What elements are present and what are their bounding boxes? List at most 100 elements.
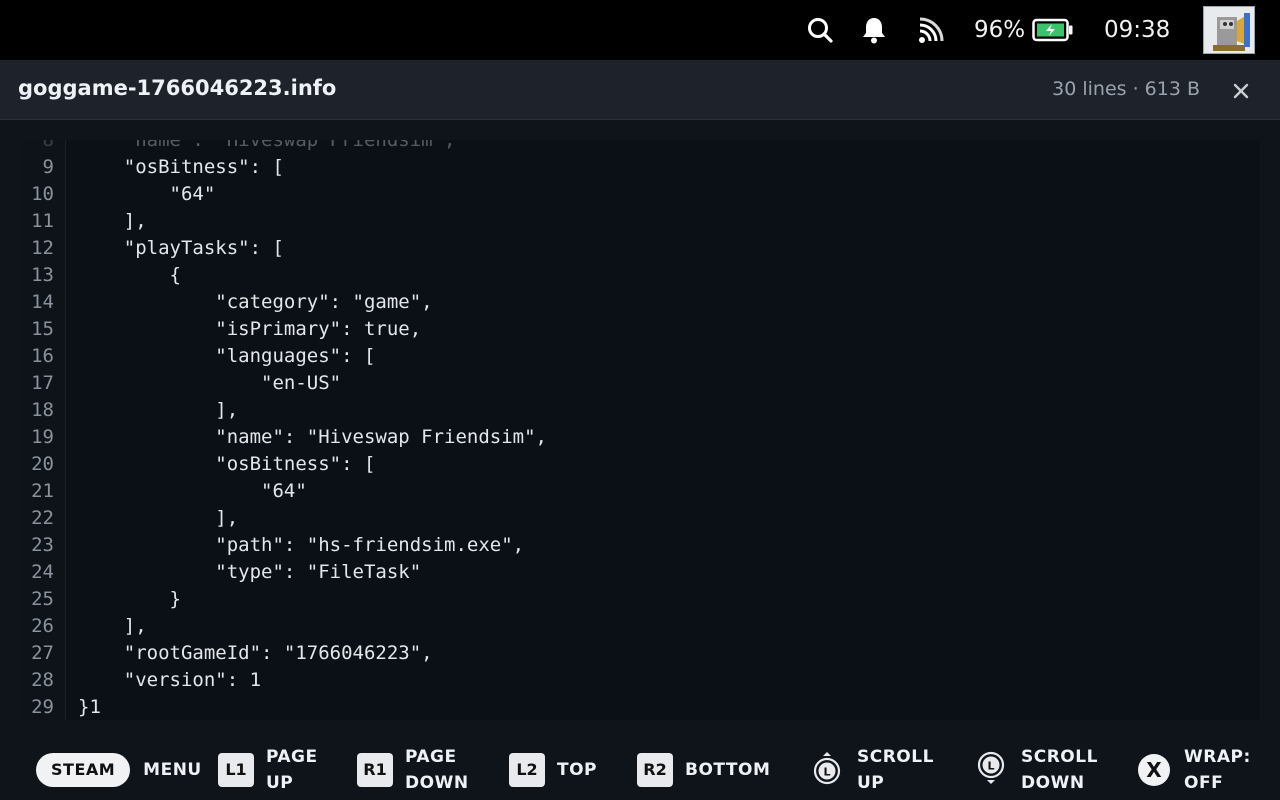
line-number: 25 [31,588,54,610]
line-number: 8 [42,140,54,151]
battery-icon [1032,14,1074,46]
code-line: 8 "name": "Hiveswap Friendsim", [20,140,1260,154]
file-header: goggame-1766046223.info 30 lines · 613 B [0,60,1280,120]
file-meta: 30 lines · 613 B [1052,78,1200,100]
x-button[interactable]: X [1138,754,1170,786]
battery-percent: 96% [974,17,1026,43]
code-line: 14 "category": "game", [20,289,1260,316]
scroll-up-line1: SCROLL [857,747,934,767]
line-number: 17 [31,372,54,394]
line-text: "name": "Hiveswap Friendsim", [78,140,456,151]
line-text: "path": "hs-friendsim.exe", [78,534,525,556]
line-number: 15 [31,318,54,340]
line-text: "osBitness": [ [78,156,284,178]
line-number: 16 [31,345,54,367]
avatar[interactable] [1203,6,1255,54]
line-number: 11 [31,210,54,232]
line-text: }1 [78,696,101,718]
line-number: 27 [31,642,54,664]
r1-button[interactable]: R1 [357,753,393,787]
left-stick-up-icon[interactable]: L [812,751,842,789]
top-label: TOP [557,760,598,780]
line-text: "rootGameId": "1766046223", [78,642,433,664]
code-line: 11 ], [20,208,1260,235]
code-line: 27 "rootGameId": "1766046223", [20,640,1260,667]
line-number: 13 [31,264,54,286]
code-line: 29 }1 [20,694,1260,720]
code-line: 16 "languages": [ [20,343,1260,370]
line-text: "64" [78,480,307,502]
steam-button[interactable]: STEAM [36,753,131,787]
r2-button[interactable]: R2 [637,753,673,787]
code-line: 17 "en-US" [20,370,1260,397]
code-line: 10 "64" [20,181,1260,208]
code-line: 22 ], [20,505,1260,532]
menu-label: MENU [143,760,202,780]
line-text: ], [78,507,239,529]
left-stick-down-icon[interactable]: L [976,751,1006,789]
wrap-line1: WRAP: [1184,747,1251,767]
code-line: 12 "playTasks": [ [20,235,1260,262]
line-number: 21 [31,480,54,502]
scroll-down-hint[interactable]: L SCROLL DOWN [976,740,1098,800]
line-text: } [78,588,181,610]
search-icon[interactable] [804,14,836,46]
file-name: goggame-1766046223.info [18,76,337,100]
svg-text:L: L [823,766,830,779]
wrap-toggle-hint[interactable]: X WRAP: OFF [1138,740,1251,800]
page-down-label: PAGE DOWN [405,744,469,796]
code-viewer[interactable]: 8 "name": "Hiveswap Friendsim", 9 "osBitn… [20,140,1260,720]
l2-button[interactable]: L2 [509,753,545,787]
line-number: 14 [31,291,54,313]
code-line: 26 ], [20,613,1260,640]
scroll-up-line2: UP [857,773,885,793]
line-text: "category": "game", [78,291,433,313]
bell-icon[interactable] [858,14,890,46]
code-line: 20 "osBitness": [ [20,451,1260,478]
page-up-line1: PAGE [266,747,318,767]
code-line: 13 { [20,262,1260,289]
status-bar: 96% 09:38 [0,0,1280,60]
line-number: 28 [31,669,54,691]
scroll-up-hint[interactable]: L SCROLL UP [812,740,934,800]
button-hints-bar: STEAM MENU L1 PAGE UP R1 PAGE DOWN L2 TO… [0,740,1280,800]
line-number: 9 [42,156,54,178]
line-number: 10 [31,183,54,205]
scroll-down-line2: DOWN [1021,773,1085,793]
page-up-line2: UP [266,773,294,793]
line-text: "version": 1 [78,669,262,691]
line-number: 20 [31,453,54,475]
svg-text:L: L [987,760,994,773]
line-number: 29 [31,696,54,718]
code-line: 24 "type": "FileTask" [20,559,1260,586]
bottom-label: BOTTOM [685,760,771,780]
line-text: "name": "Hiveswap Friendsim", [78,426,547,448]
bottom-hint[interactable]: R2 BOTTOM [637,740,770,800]
line-text: "type": "FileTask" [78,561,422,583]
steam-menu-hint[interactable]: STEAM MENU [36,740,202,800]
line-text: ], [78,615,147,637]
line-text: "languages": [ [78,345,376,367]
page-down-line2: DOWN [405,773,469,793]
code-line: 21 "64" [20,478,1260,505]
scroll-down-line1: SCROLL [1021,747,1098,767]
line-text: "osBitness": [ [78,453,376,475]
clock: 09:38 [1104,17,1171,43]
wrap-line2: OFF [1184,773,1224,793]
top-hint[interactable]: L2 TOP [509,740,597,800]
line-number: 12 [31,237,54,259]
line-number: 23 [31,534,54,556]
page-up-label: PAGE UP [266,744,318,796]
line-text: "en-US" [78,372,342,394]
line-number: 22 [31,507,54,529]
scroll-up-label: SCROLL UP [857,744,934,796]
close-icon[interactable] [1228,78,1254,104]
code-line: 28 "version": 1 [20,667,1260,694]
page-down-hint[interactable]: R1 PAGE DOWN [357,740,469,800]
code-line: 15 "isPrimary": true, [20,316,1260,343]
line-number: 24 [31,561,54,583]
line-text: "isPrimary": true, [78,318,422,340]
l1-button[interactable]: L1 [218,753,254,787]
page-up-hint[interactable]: L1 PAGE UP [218,740,318,800]
network-icon[interactable] [914,14,946,46]
